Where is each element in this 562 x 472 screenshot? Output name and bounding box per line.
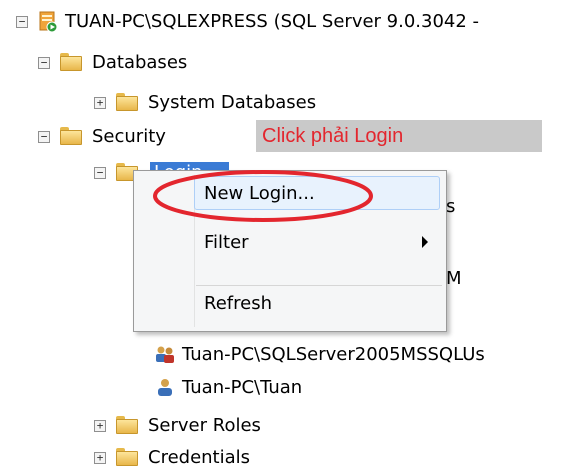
folder-icon [116,448,138,466]
folder-icon [60,53,82,71]
folder-icon [116,416,138,434]
security-label[interactable]: Security [92,126,166,147]
server-roles-label[interactable]: Server Roles [148,415,261,436]
user-1-label[interactable]: Tuan-PC\SQLServer2005MSSQLUs [182,344,485,365]
server-running-icon [39,11,58,33]
collapse-icon[interactable]: − [94,167,106,179]
user-icon [158,379,172,396]
user-group-icon [156,346,174,363]
menu-item-refresh[interactable]: Refresh [134,286,446,320]
partial-node-text: M [446,268,462,289]
annotation-label: Click phải Login [256,120,542,152]
system-databases-label[interactable]: System Databases [148,92,316,113]
tree-node-server-roles[interactable]: + Server Roles [0,410,300,440]
collapse-icon[interactable]: − [38,131,50,143]
tree-node-login-user[interactable]: Tuan-PC\SQLServer2005MSSQLUs [0,339,562,369]
filter-label: Filter [204,231,249,253]
tree-node-security[interactable]: − Security [0,121,250,151]
expand-icon[interactable]: + [94,97,106,109]
server-label[interactable]: TUAN-PC\SQLEXPRESS (SQL Server 9.0.3042 … [65,11,479,32]
expand-icon[interactable]: + [94,452,106,464]
partial-node-text: s [446,196,456,217]
highlight-ellipse [153,170,373,222]
refresh-label: Refresh [204,292,272,314]
menu-item-filter[interactable]: Filter [134,225,446,259]
user-2-label[interactable]: Tuan-PC\Tuan [182,377,302,398]
expand-icon[interactable]: + [94,420,106,432]
folder-icon [116,93,138,111]
credentials-label[interactable]: Credentials [148,447,250,468]
collapse-icon[interactable]: − [16,16,28,28]
tree-node-databases[interactable]: − Databases [0,47,300,77]
databases-label[interactable]: Databases [92,52,187,73]
tree-node-server[interactable]: − TUAN-PC\SQLEXPRESS (SQL Server 9.0.304… [0,6,562,36]
tree-node-login-user[interactable]: Tuan-PC\Tuan [0,372,350,402]
tree-node-credentials[interactable]: + Credentials [0,442,300,472]
submenu-arrow-icon [422,236,428,248]
collapse-icon[interactable]: − [38,57,50,69]
tree-node-system-databases[interactable]: + System Databases [0,87,400,117]
folder-icon [60,127,82,145]
